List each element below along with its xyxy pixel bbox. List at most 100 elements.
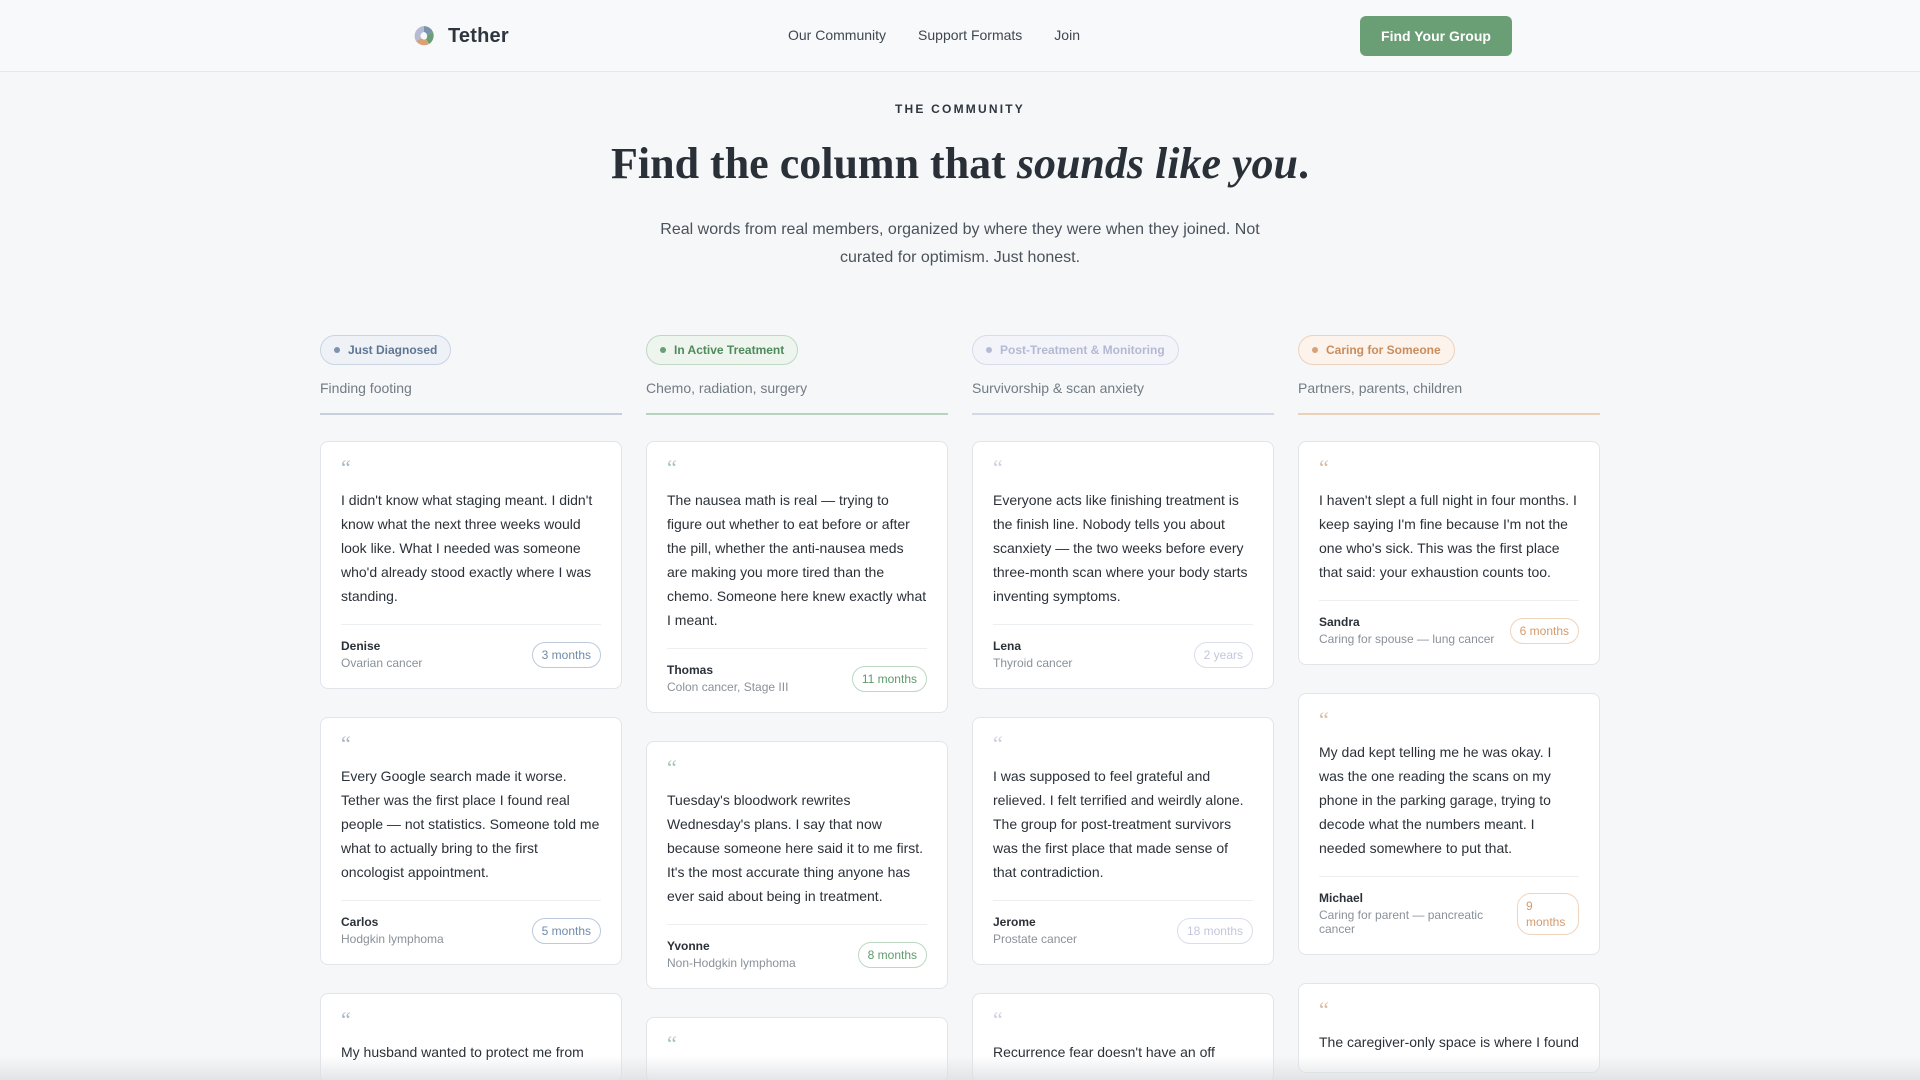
column-just-diagnosed: Just Diagnosed Finding footing “ I didn't k… <box>320 335 622 1080</box>
testimonial-card: “ My dad kept telling me he was okay. I w… <box>1298 693 1600 955</box>
stage-subtitle: Partners, parents, children <box>1298 380 1463 396</box>
author-info: Michael Caring for parent — pancreatic ca… <box>1319 891 1507 936</box>
quote-icon: “ <box>1319 707 1329 732</box>
testimonial-footer: Sandra Caring for spouse — lung cancer 6 m… <box>1319 600 1579 646</box>
stage-dot-icon <box>334 347 340 353</box>
membership-duration-badge: 9 months <box>1517 892 1579 935</box>
stage-label: In Active Treatment <box>674 343 785 357</box>
column-header: In Active Treatment Chemo, radiation, sur… <box>646 335 948 415</box>
author-info: Yvonne Non-Hodgkin lymphoma <box>667 939 796 970</box>
testimonial-quote: Every Google search made it worse. Tethe… <box>341 768 600 880</box>
testimonial-footer: Denise Ovarian cancer 3 months <box>341 624 601 670</box>
stage-dot-icon <box>986 347 992 353</box>
quote-icon: “ <box>993 1007 1003 1032</box>
testimonial-card: “ The nausea math is real — trying to fig… <box>646 441 948 713</box>
testimonial-quote: My dad kept telling me he was okay. I wa… <box>1319 744 1552 856</box>
nav-support-formats[interactable]: Support Formats <box>918 27 1022 43</box>
column-header: Caring for Someone Partners, parents, chi… <box>1298 335 1600 415</box>
bottom-fade <box>0 1056 1920 1080</box>
testimonial-quote: Tuesday's bloodwork rewrites Wednesday's… <box>667 792 924 904</box>
quote-icon: “ <box>667 455 677 480</box>
stage-label: Just Diagnosed <box>348 343 438 357</box>
quote-icon: “ <box>1319 997 1329 1022</box>
membership-duration-badge: 5 months <box>531 917 601 944</box>
testimonial-card: “ Everyone acts like finishing treatment … <box>972 441 1274 689</box>
quote-icon: “ <box>1319 455 1329 480</box>
testimonial-card: “ I was supposed to feel grateful and rel… <box>972 717 1274 965</box>
stage-subtitle: Survivorship & scan anxiety <box>972 380 1144 396</box>
author-info: Jerome Prostate cancer <box>993 915 1077 946</box>
testimonial-quote: I was supposed to feel grateful and reli… <box>993 768 1244 880</box>
author-name: Carlos <box>341 915 379 929</box>
membership-duration-badge: 6 months <box>1509 617 1579 644</box>
membership-duration-badge: 2 years <box>1193 641 1253 668</box>
membership-duration-badge: 8 months <box>857 941 927 968</box>
testimonial-footer: Michael Caring for parent — pancreatic ca… <box>1319 876 1579 936</box>
author-diagnosis: Prostate cancer <box>993 932 1078 946</box>
title-prefix: Find the column that <box>611 139 1017 188</box>
column-post-treatment: Post-Treatment & Monitoring Survivorship … <box>972 335 1274 1080</box>
brand-logo[interactable]: Tether <box>412 24 509 48</box>
membership-duration-badge: 11 months <box>851 665 927 692</box>
quote-icon: “ <box>341 731 351 756</box>
testimonial-card: “ Every Google search made it worse. Teth… <box>320 717 622 965</box>
testimonial-quote: The caregiver-only space is where I foun… <box>1319 1034 1579 1050</box>
stage-subtitle: Finding footing <box>320 380 412 396</box>
main-nav: Our Community Support Formats Join <box>788 27 1080 43</box>
stage-label: Caring for Someone <box>1326 343 1441 357</box>
stage-tag-caring-for-someone[interactable]: Caring for Someone <box>1298 335 1455 365</box>
author-name: Jerome <box>993 915 1036 929</box>
column-header: Just Diagnosed Finding footing <box>320 335 622 415</box>
testimonial-footer: Lena Thyroid cancer 2 years <box>993 624 1253 670</box>
author-diagnosis: Non-Hodgkin lymphoma <box>667 956 796 970</box>
author-info: Denise Ovarian cancer <box>341 639 422 670</box>
author-name: Denise <box>341 639 381 653</box>
testimonial-quote: The nausea math is real — trying to figu… <box>667 492 927 628</box>
author-diagnosis: Ovarian cancer <box>341 656 423 670</box>
column-caring-for-someone: Caring for Someone Partners, parents, chi… <box>1298 335 1600 1080</box>
column-header: Post-Treatment & Monitoring Survivorship … <box>972 335 1274 415</box>
testimonial-quote: I didn't know what staging meant. I didn… <box>341 492 593 604</box>
quote-icon: “ <box>341 455 351 480</box>
author-name: Lena <box>993 639 1022 653</box>
find-your-group-button[interactable]: Find Your Group <box>1360 16 1512 56</box>
stage-dot-icon <box>660 347 666 353</box>
nav-join[interactable]: Join <box>1054 27 1080 43</box>
testimonial-card: “ Tuesday's bloodwork rewrites Wednesday'… <box>646 741 948 989</box>
author-name: Sandra <box>1319 615 1360 629</box>
tether-logo-icon <box>414 26 434 46</box>
author-info: Lena Thyroid cancer <box>993 639 1072 670</box>
stage-tag-active-treatment[interactable]: In Active Treatment <box>646 335 799 365</box>
author-diagnosis: Caring for spouse — lung cancer <box>1319 632 1495 646</box>
testimonial-card: “ I haven't slept a full night in four mo… <box>1298 441 1600 665</box>
testimonial-quote: Everyone acts like finishing treatment i… <box>993 492 1248 604</box>
author-diagnosis: Thyroid cancer <box>993 656 1073 670</box>
author-info: Carlos Hodgkin lymphoma <box>341 915 444 946</box>
stage-label: Post-Treatment & Monitoring <box>1000 343 1165 357</box>
testimonial-footer: Thomas Colon cancer, Stage III 11 months <box>667 648 927 694</box>
quote-icon: “ <box>993 455 1003 480</box>
stage-tag-post-treatment[interactable]: Post-Treatment & Monitoring <box>972 335 1179 365</box>
author-info: Sandra Caring for spouse — lung cancer <box>1319 615 1494 646</box>
stage-tag-just-diagnosed[interactable]: Just Diagnosed <box>320 335 452 365</box>
testimonial-footer: Yvonne Non-Hodgkin lymphoma 8 months <box>667 924 927 970</box>
membership-duration-badge: 18 months <box>1176 917 1253 944</box>
quote-icon: “ <box>667 755 677 780</box>
testimonial-footer: Carlos Hodgkin lymphoma 5 months <box>341 900 601 946</box>
author-diagnosis: Colon cancer, Stage III <box>667 680 789 694</box>
author-name: Thomas <box>667 663 714 677</box>
stage-dot-icon <box>1312 347 1318 353</box>
quote-icon: “ <box>341 1007 351 1032</box>
quote-icon: “ <box>993 731 1003 756</box>
testimonial-footer: Jerome Prostate cancer 18 months <box>993 900 1253 946</box>
title-suffix: . <box>1298 139 1309 188</box>
section-eyebrow: THE COMMUNITY <box>895 102 1025 116</box>
site-header: Tether Our Community Support Formats Joi… <box>0 0 1920 72</box>
stage-subtitle: Chemo, radiation, surgery <box>646 380 808 396</box>
author-name: Michael <box>1319 891 1364 905</box>
page-title: Find the column that sounds like you. <box>0 138 1920 189</box>
title-emphasis: sounds like you <box>1016 139 1298 188</box>
author-diagnosis: Hodgkin lymphoma <box>341 932 444 946</box>
nav-our-community[interactable]: Our Community <box>788 27 886 43</box>
membership-duration-badge: 3 months <box>531 641 601 668</box>
